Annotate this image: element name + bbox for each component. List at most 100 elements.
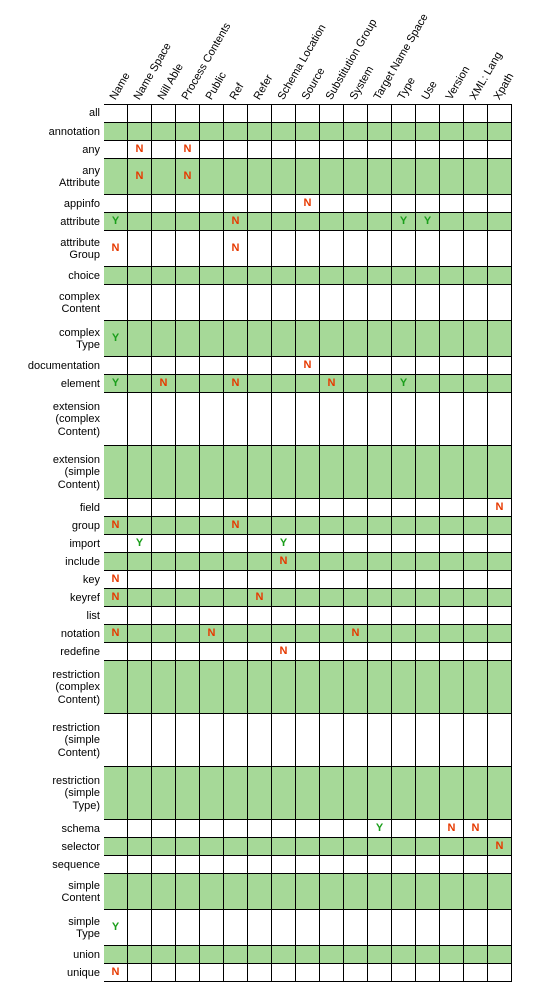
cell — [176, 285, 200, 321]
cell — [152, 393, 176, 446]
cell — [296, 714, 320, 767]
cell — [272, 946, 296, 964]
row-label: complexContent — [4, 285, 104, 321]
cell — [320, 285, 344, 321]
cell — [488, 625, 512, 643]
cell — [296, 123, 320, 141]
cell — [200, 446, 224, 499]
cell — [248, 321, 272, 357]
cell — [224, 874, 248, 910]
cell — [296, 104, 320, 123]
cell — [464, 910, 488, 946]
cell — [152, 910, 176, 946]
cell — [440, 285, 464, 321]
cell — [368, 321, 392, 357]
cell — [344, 714, 368, 767]
cell — [296, 499, 320, 517]
cell — [272, 820, 296, 838]
cell — [272, 231, 296, 267]
row-label: attribute — [4, 213, 104, 231]
cell — [296, 375, 320, 393]
cell — [296, 231, 320, 267]
cell — [152, 607, 176, 625]
cell — [488, 571, 512, 589]
cell — [224, 553, 248, 571]
cell — [224, 123, 248, 141]
cell — [200, 874, 224, 910]
cell — [344, 141, 368, 159]
cell — [200, 499, 224, 517]
cell — [248, 964, 272, 982]
cell — [128, 589, 152, 607]
cell — [200, 375, 224, 393]
cell — [320, 910, 344, 946]
cell — [344, 357, 368, 375]
cell — [320, 267, 344, 285]
cell — [320, 104, 344, 123]
cell — [152, 123, 176, 141]
row-label: field — [4, 499, 104, 517]
cell — [152, 820, 176, 838]
cell — [248, 159, 272, 195]
cell — [440, 625, 464, 643]
cell — [152, 535, 176, 553]
cell — [440, 267, 464, 285]
cell — [488, 535, 512, 553]
cell — [224, 535, 248, 553]
row-label: include — [4, 553, 104, 571]
cell — [296, 643, 320, 661]
cell — [248, 838, 272, 856]
cell — [440, 643, 464, 661]
cell — [248, 123, 272, 141]
cell — [392, 553, 416, 571]
cell — [272, 838, 296, 856]
cell — [344, 195, 368, 213]
cell — [368, 517, 392, 535]
cell — [128, 820, 152, 838]
cell — [104, 446, 128, 499]
cell — [440, 607, 464, 625]
cell — [104, 141, 128, 159]
cell — [464, 123, 488, 141]
cell — [320, 123, 344, 141]
table-row: choice — [4, 267, 544, 285]
cell — [224, 946, 248, 964]
cell — [344, 104, 368, 123]
cell — [416, 141, 440, 159]
cell — [440, 856, 464, 874]
cell — [128, 856, 152, 874]
cell — [296, 393, 320, 446]
cell — [176, 714, 200, 767]
cell — [272, 159, 296, 195]
cell — [248, 767, 272, 820]
cell — [416, 910, 440, 946]
table-row: appinfoN — [4, 195, 544, 213]
cell — [176, 499, 200, 517]
table-row: annotation — [4, 123, 544, 141]
cell — [416, 589, 440, 607]
cell — [368, 195, 392, 213]
cell: Y — [368, 820, 392, 838]
cell — [272, 321, 296, 357]
cell — [344, 856, 368, 874]
cell — [344, 123, 368, 141]
cell — [392, 589, 416, 607]
cell — [440, 159, 464, 195]
cell — [224, 571, 248, 589]
cell — [104, 607, 128, 625]
cell — [488, 767, 512, 820]
cell — [368, 123, 392, 141]
cell — [224, 838, 248, 856]
cell — [200, 838, 224, 856]
cell — [104, 159, 128, 195]
xsd-attribute-matrix: NameName SpaceNill AbleProcess ContentsP… — [4, 4, 544, 982]
cell — [440, 141, 464, 159]
column-header: Ref — [224, 4, 248, 104]
cell — [368, 285, 392, 321]
table-row: anyNN — [4, 141, 544, 159]
cell — [104, 714, 128, 767]
cell — [440, 195, 464, 213]
cell — [200, 195, 224, 213]
cell — [488, 946, 512, 964]
column-header: Name Space — [128, 4, 152, 104]
